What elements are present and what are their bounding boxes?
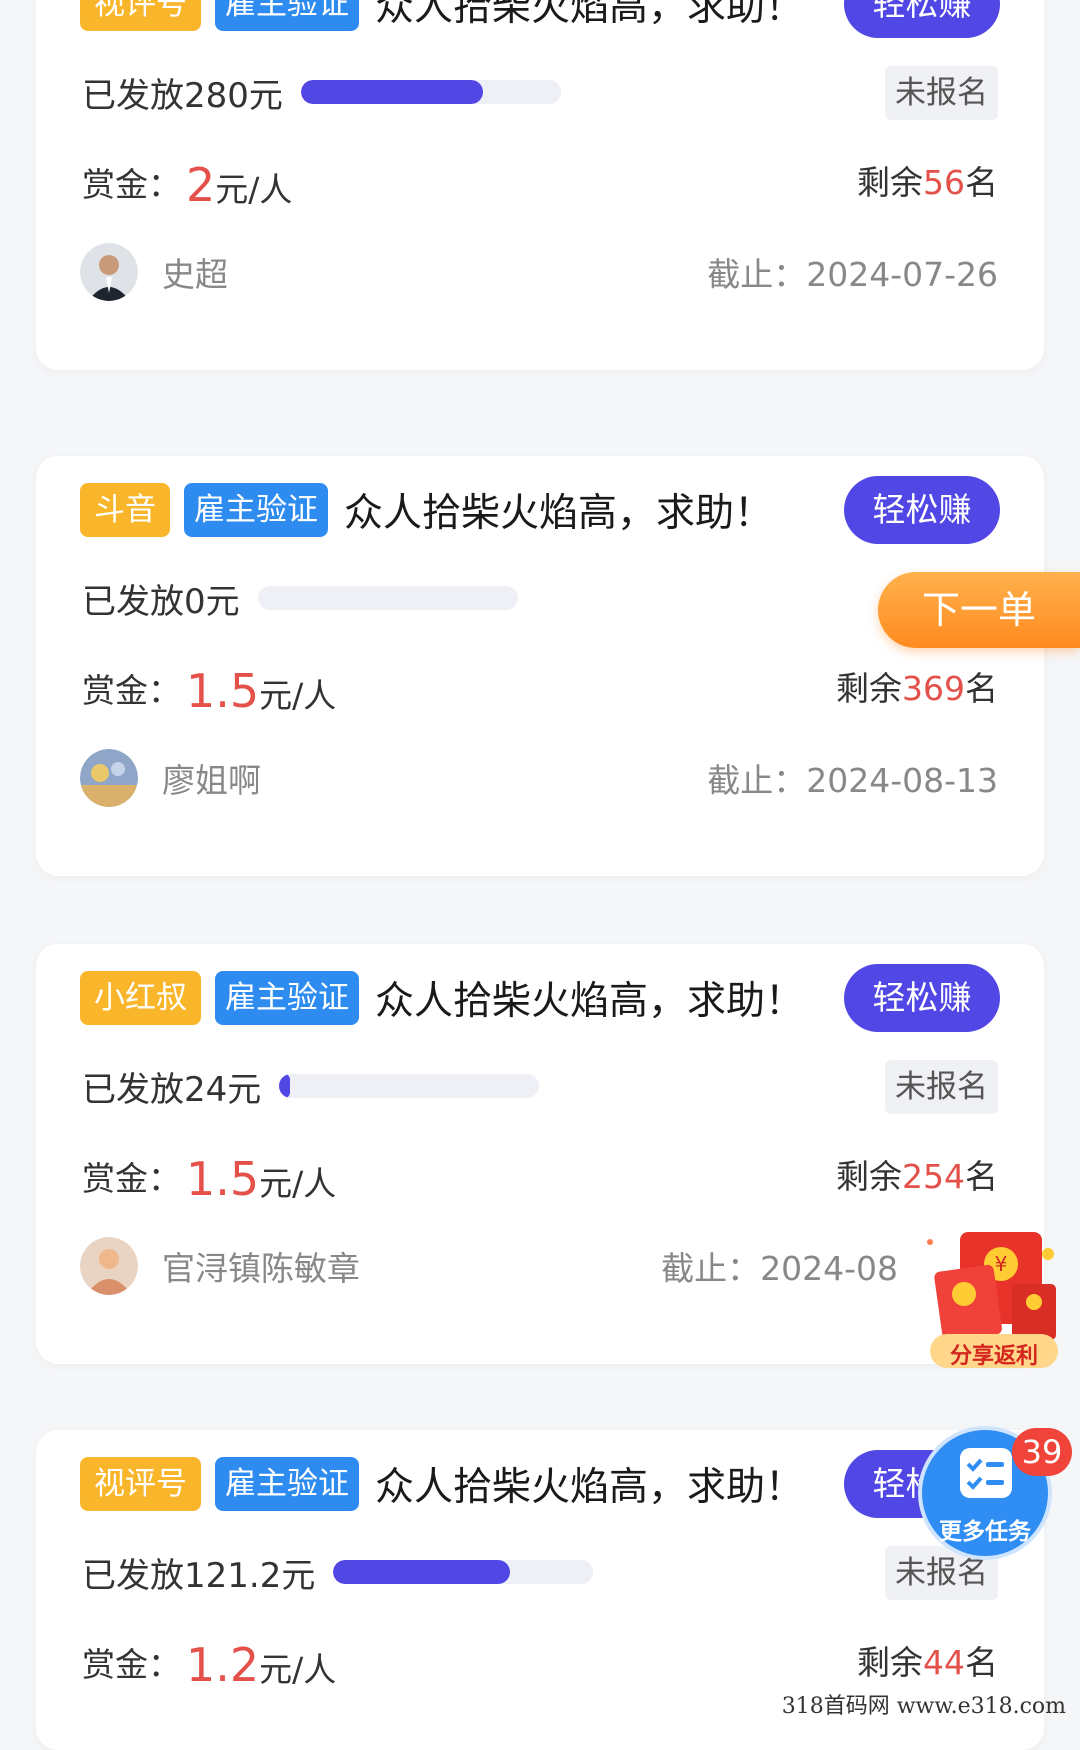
issued-amount: 已发放24元 xyxy=(82,1069,262,1110)
deadline: 截止：2024-08 xyxy=(661,1249,898,1288)
easy-earn-button[interactable]: 轻松赚 xyxy=(844,964,1000,1032)
deadline: 截止：2024-07-26 xyxy=(707,255,998,294)
issued-amount: 已发放280元 xyxy=(82,75,283,116)
remaining-slots: 剩余369名 xyxy=(836,669,998,708)
progress-bar xyxy=(279,1074,540,1098)
signup-status: 未报名 xyxy=(885,1060,998,1114)
task-card[interactable]: 视评号 雇主验证 众人拾柴火焰高，求助！ 轻松赚 已发放280元 未报名 赏金：… xyxy=(36,0,1044,370)
reward-label: 赏金： xyxy=(82,165,181,204)
avatar xyxy=(80,749,138,807)
verify-tag: 雇主验证 xyxy=(215,0,359,31)
easy-earn-button[interactable]: 轻松赚 xyxy=(844,476,1000,544)
task-title: 众人拾柴火焰高，求助！ xyxy=(344,491,774,536)
platform-tag: 视评号 xyxy=(80,0,201,31)
task-title: 众人拾柴火焰高，求助！ xyxy=(375,979,805,1024)
progress-fill xyxy=(279,1074,290,1098)
remaining-slots: 剩余44名 xyxy=(857,1643,998,1682)
more-tasks-label: 更多任务 xyxy=(939,1519,1031,1545)
issued-amount: 已发放121.2元 xyxy=(82,1555,316,1596)
progress-fill xyxy=(300,80,483,104)
signup-status: 未报名 xyxy=(885,66,998,120)
issued-amount: 已发放0元 xyxy=(82,581,240,622)
platform-tag: 视评号 xyxy=(80,1457,201,1511)
share-rebate-label: 分享返利 xyxy=(949,1344,1038,1369)
progress-fill xyxy=(333,1560,511,1584)
reward-label: 赏金： xyxy=(82,1159,181,1198)
progress-bar xyxy=(300,80,561,104)
remaining-slots: 剩余254名 xyxy=(836,1157,998,1196)
verify-tag: 雇主验证 xyxy=(184,483,328,537)
verify-tag: 雇主验证 xyxy=(215,1457,359,1511)
avatar xyxy=(80,1237,138,1295)
deadline: 截止：2024-08-13 xyxy=(707,761,998,800)
easy-earn-button[interactable]: 轻松赚 xyxy=(844,0,1000,38)
employer-name: 史超 xyxy=(162,255,228,294)
reward-value: 2元/人 xyxy=(186,158,293,212)
task-title: 众人拾柴火焰高，求助！ xyxy=(375,1465,805,1510)
employer-name: 官浔镇陈敏章 xyxy=(162,1249,360,1288)
watermark: 318首码网 www.e318.com xyxy=(781,1694,1066,1719)
task-card[interactable]: 斗音 雇主验证 众人拾柴火焰高，求助！ 轻松赚 已发放0元 赏金： 1.5元/人… xyxy=(36,456,1044,876)
progress-bar xyxy=(257,586,518,610)
reward-value: 1.5元/人 xyxy=(186,664,337,718)
reward-value: 1.2元/人 xyxy=(186,1638,337,1692)
employer-name: 廖姐啊 xyxy=(162,761,261,800)
avatar xyxy=(80,243,138,301)
reward-label: 赏金： xyxy=(82,671,181,710)
task-card[interactable]: 小红叔 雇主验证 众人拾柴火焰高，求助！ 轻松赚 已发放24元 未报名 赏金： … xyxy=(36,944,1044,1364)
share-rebate-button[interactable]: ¥ 分享返利 xyxy=(924,1222,1064,1372)
reward-value: 1.5元/人 xyxy=(186,1152,337,1206)
remaining-slots: 剩余56名 xyxy=(857,163,998,202)
task-count-badge: 39 xyxy=(1012,1428,1072,1476)
verify-tag: 雇主验证 xyxy=(215,971,359,1025)
reward-label: 赏金： xyxy=(82,1645,181,1684)
platform-tag: 斗音 xyxy=(80,483,170,537)
platform-tag: 小红叔 xyxy=(80,971,201,1025)
svg-text:¥: ¥ xyxy=(995,1252,1008,1276)
progress-bar xyxy=(333,1560,594,1584)
next-order-button[interactable]: 下一单 xyxy=(878,572,1080,648)
task-title: 众人拾柴火焰高，求助！ xyxy=(375,0,805,30)
